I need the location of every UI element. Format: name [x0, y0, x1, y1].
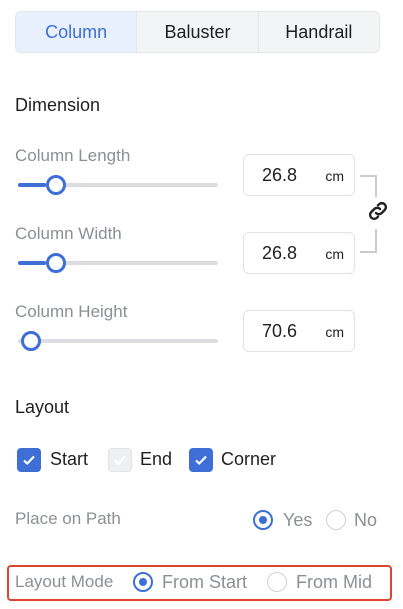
column-length-input[interactable]: 26.8 cm [243, 154, 355, 196]
layout-heading: Layout [15, 397, 70, 417]
place-on-path-yes-label: Yes [283, 510, 313, 530]
column-height-unit: cm [325, 324, 344, 340]
column-height-slider[interactable] [18, 331, 218, 351]
layout-mode-from-mid-radio[interactable] [267, 572, 287, 592]
layout-mode-label: Layout Mode [15, 572, 114, 591]
layout-mode-from-start-label: From Start [162, 572, 248, 592]
slider-thumb[interactable] [46, 253, 66, 273]
tab-handrail[interactable]: Handrail [257, 12, 379, 52]
layout-mode-from-mid-label: From Mid [296, 572, 372, 592]
tab-bar: Column Baluster Handrail [15, 11, 380, 53]
layout-mode-from-start-radio[interactable] [133, 572, 153, 592]
column-width-slider[interactable] [18, 253, 218, 273]
corner-label: Corner [221, 449, 277, 469]
slider-thumb[interactable] [21, 331, 41, 351]
slider-fill [18, 183, 46, 187]
slider-track [18, 339, 218, 343]
column-length-unit: cm [325, 168, 344, 184]
link-icon [366, 199, 390, 228]
column-width-value: 26.8 [262, 243, 298, 263]
link-dimensions-button[interactable] [362, 197, 394, 229]
place-on-path-no-radio[interactable] [326, 510, 346, 530]
layout-checkboxes: Start End Corner [17, 446, 317, 474]
column-width-unit: cm [325, 246, 344, 262]
dimension-heading: Dimension [15, 95, 101, 115]
column-settings-panel: Column Baluster Handrail Dimension Colum… [0, 0, 403, 609]
column-length-value: 26.8 [262, 165, 298, 185]
column-width-input[interactable]: 26.8 cm [243, 232, 355, 274]
column-height-input[interactable]: 70.6 cm [243, 310, 355, 352]
check-icon [23, 455, 35, 466]
column-height-label: Column Height [15, 302, 128, 321]
place-on-path-yes-radio[interactable] [253, 510, 273, 530]
start-label: Start [50, 449, 89, 469]
corner-checkbox[interactable] [189, 448, 213, 472]
tab-baluster[interactable]: Baluster [136, 12, 257, 52]
check-icon [195, 455, 207, 466]
place-on-path-label: Place on Path [15, 509, 121, 528]
place-on-path-no-label: No [354, 510, 378, 530]
end-checkbox [108, 448, 132, 472]
slider-fill [18, 261, 46, 265]
column-length-label: Column Length [15, 146, 131, 165]
tab-column[interactable]: Column [16, 12, 137, 52]
column-height-value: 70.6 [262, 321, 298, 341]
start-checkbox[interactable] [17, 448, 41, 472]
end-label: End [140, 449, 173, 469]
column-width-label: Column Width [15, 224, 122, 243]
check-icon [114, 455, 126, 466]
slider-thumb[interactable] [46, 175, 66, 195]
column-length-slider[interactable] [18, 175, 218, 195]
